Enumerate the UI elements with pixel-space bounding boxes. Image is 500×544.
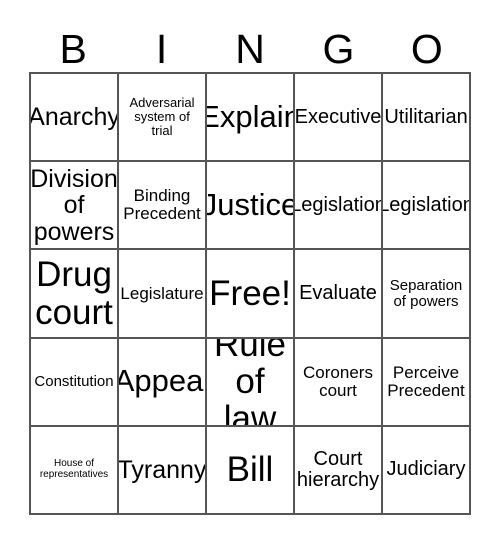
bingo-header-letter-g: G bbox=[322, 26, 355, 72]
bingo-cell-label: Coroners court bbox=[303, 362, 373, 400]
bingo-cell[interactable]: Court hierarchy bbox=[295, 426, 383, 516]
bingo-header-letter-o: O bbox=[410, 26, 443, 72]
bingo-cell[interactable]: Utilitarian bbox=[383, 74, 471, 163]
bingo-cell-label: Division of powers bbox=[31, 164, 118, 246]
bingo-cell[interactable]: Appeal bbox=[119, 338, 207, 427]
bingo-cell-label: Constitution bbox=[34, 372, 114, 390]
bingo-cell-label: Rule of law bbox=[214, 338, 286, 427]
bingo-cell-label: Legislation bbox=[295, 193, 383, 216]
bingo-cell[interactable]: Legislature bbox=[119, 250, 207, 339]
bingo-cell-label: Legislation bbox=[383, 193, 471, 216]
bingo-cell[interactable]: Division of powers bbox=[31, 162, 119, 251]
bingo-cell-label: Drug court bbox=[35, 255, 113, 332]
bingo-cell-label: Appeal bbox=[119, 363, 207, 399]
bingo-cell-label: Free! bbox=[209, 273, 291, 313]
bingo-header-row: B I N G O bbox=[29, 14, 471, 72]
bingo-header-letter-n: N bbox=[235, 26, 265, 72]
bingo-free-space[interactable]: Free! bbox=[207, 250, 295, 339]
bingo-row: House of representatives Tyranny Bill Court… bbox=[31, 426, 471, 516]
bingo-cell-label: Judiciary bbox=[386, 458, 466, 481]
bingo-cell-label: Court hierarchy bbox=[296, 447, 380, 491]
bingo-cell-label: Tyranny bbox=[119, 455, 207, 484]
bingo-cell[interactable]: Explain bbox=[207, 74, 295, 163]
bingo-cell-label: Explain bbox=[207, 98, 293, 134]
bingo-cell[interactable]: Drug court bbox=[31, 250, 119, 339]
bingo-cell-label: Adversarial system of trial bbox=[129, 95, 195, 138]
bingo-cell[interactable]: Rule of law bbox=[207, 338, 295, 427]
bingo-cell[interactable]: Legislation bbox=[383, 162, 471, 251]
bingo-row: Constitution Appeal Rule of law Coroners co… bbox=[31, 338, 471, 427]
bingo-cell[interactable]: Anarchy bbox=[31, 74, 119, 163]
bingo-cell[interactable]: Constitution bbox=[31, 338, 119, 427]
bingo-cell-label: Binding Precedent bbox=[123, 186, 201, 224]
bingo-cell-label: House of representatives bbox=[39, 458, 109, 480]
bingo-row: Anarchy Adversarial system of trial Explai… bbox=[31, 74, 471, 163]
bingo-cell-label: Justice bbox=[207, 186, 295, 222]
bingo-row: Division of powers Binding Precedent Justi… bbox=[31, 162, 471, 251]
bingo-cell[interactable]: Judiciary bbox=[383, 426, 471, 516]
bingo-cell[interactable]: Bill bbox=[207, 426, 295, 516]
bingo-cell-label: Evaluate bbox=[299, 281, 377, 304]
bingo-cell[interactable]: Justice bbox=[207, 162, 295, 251]
bingo-cell-label: Legislature bbox=[120, 283, 204, 303]
bingo-row: Drug court Legislature Free! Evaluate Separa… bbox=[31, 250, 471, 339]
bingo-cell[interactable]: Separation of powers bbox=[383, 250, 471, 339]
bingo-cell-label: Separation of powers bbox=[389, 276, 463, 310]
bingo-cell[interactable]: Evaluate bbox=[295, 250, 383, 339]
bingo-cell-label: Perceive Precedent bbox=[387, 362, 465, 400]
bingo-cell[interactable]: Adversarial system of trial bbox=[119, 74, 207, 163]
bingo-cell[interactable]: Binding Precedent bbox=[119, 162, 207, 251]
bingo-cell-label: Executive bbox=[295, 105, 382, 128]
bingo-grid: Anarchy Adversarial system of trial Explai… bbox=[29, 72, 471, 516]
bingo-header-letter-b: B bbox=[59, 26, 87, 72]
bingo-header-letter-i: I bbox=[155, 26, 168, 72]
bingo-cell[interactable]: Legislation bbox=[295, 162, 383, 251]
bingo-card: B I N G O Anarchy Adversarial system of t… bbox=[29, 14, 471, 516]
bingo-cell-label: Utilitarian bbox=[384, 105, 468, 128]
bingo-cell[interactable]: Coroners court bbox=[295, 338, 383, 427]
bingo-cell[interactable]: Executive bbox=[295, 74, 383, 163]
bingo-cell[interactable]: Tyranny bbox=[119, 426, 207, 516]
bingo-cell[interactable]: House of representatives bbox=[31, 426, 119, 516]
bingo-cell-label: Bill bbox=[226, 450, 274, 490]
bingo-cell-label: Anarchy bbox=[31, 102, 119, 131]
bingo-cell[interactable]: Perceive Precedent bbox=[383, 338, 471, 427]
